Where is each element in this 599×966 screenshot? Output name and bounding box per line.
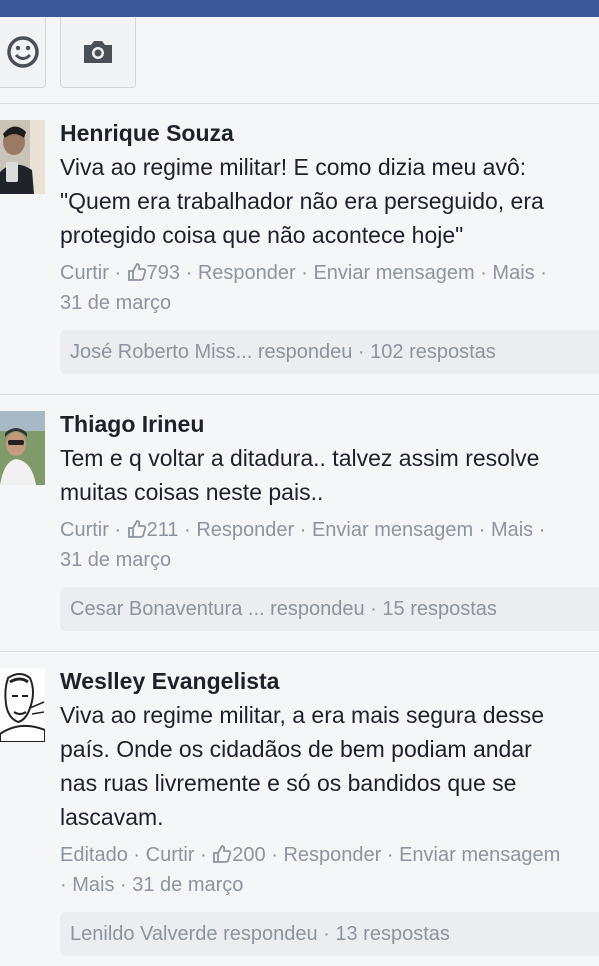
edited-label[interactable]: Editado xyxy=(60,844,128,866)
replies-summary[interactable]: Lenildo Valverde respondeu · 13 resposta… xyxy=(60,912,599,956)
more-link[interactable]: Mais xyxy=(491,519,533,541)
avatar[interactable] xyxy=(0,411,45,485)
comment-author[interactable]: Henrique Souza xyxy=(60,118,599,148)
comment-author[interactable]: Thiago Irineu xyxy=(60,409,599,439)
comment-line: protegido coisa que não acontece hoje" xyxy=(60,222,464,248)
divider xyxy=(0,651,599,652)
like-count: 793 xyxy=(146,262,181,284)
like-link[interactable]: Curtir xyxy=(146,844,195,866)
comment-author[interactable]: Weslley Evangelista xyxy=(60,666,599,696)
comment-line: Tem e q voltar a ditadura.. talvez assim… xyxy=(60,445,540,471)
more-link[interactable]: Mais xyxy=(492,262,534,284)
emoji-button[interactable] xyxy=(0,17,46,88)
reply-link[interactable]: Responder xyxy=(198,262,296,284)
replies-summary[interactable]: Cesar Bonaventura ... respondeu · 15 res… xyxy=(60,587,599,631)
thumbs-up-icon xyxy=(213,845,232,863)
comment-line: "Quem era trabalhador não era perseguido… xyxy=(60,188,544,214)
comment-date[interactable]: 31 de março xyxy=(60,292,171,314)
comment-date[interactable]: 31 de março xyxy=(60,549,171,571)
comment-line: Viva ao regime militar, a era mais segur… xyxy=(60,702,545,728)
comment-actions: Editado · Curtir · 200 · Responder · Env… xyxy=(60,844,561,896)
camera-button[interactable] xyxy=(60,17,136,88)
top-app-bar xyxy=(0,0,599,17)
more-link[interactable]: Mais xyxy=(72,874,114,896)
avatar[interactable] xyxy=(0,668,45,742)
send-message-link[interactable]: Enviar mensagem xyxy=(312,519,473,541)
send-message-link[interactable]: Enviar mensagem xyxy=(399,844,560,866)
comment-text: Viva ao regime militar! E como dizia meu… xyxy=(60,150,599,252)
comment-line: nas ruas livremente e só os bandidos que… xyxy=(60,770,517,796)
comment-actions: Curtir · 793 · Responder · Enviar mensag… xyxy=(60,262,547,314)
smiley-face-icon xyxy=(7,36,39,68)
like-link[interactable]: Curtir xyxy=(60,519,109,541)
reply-link[interactable]: Responder xyxy=(283,844,381,866)
profile-photo xyxy=(0,668,45,742)
camera-icon xyxy=(84,41,112,63)
reply-link[interactable]: Responder xyxy=(196,519,294,541)
comment-date[interactable]: 31 de março xyxy=(132,874,243,896)
like-count: 200 xyxy=(232,844,266,866)
profile-photo xyxy=(0,411,45,485)
like-link[interactable]: Curtir xyxy=(60,262,109,284)
comment-text: Tem e q voltar a ditadura.. talvez assim… xyxy=(60,441,599,509)
comment-line: lascavam. xyxy=(60,804,164,830)
comment-line: muitas coisas neste pais.. xyxy=(60,479,324,505)
replies-summary[interactable]: José Roberto Miss... respondeu · 102 res… xyxy=(60,330,599,374)
comment-line: país. Onde os cidadãos de bem podiam and… xyxy=(60,736,532,762)
comment-text: Viva ao regime militar, a era mais segur… xyxy=(60,698,599,834)
profile-photo xyxy=(0,120,45,194)
like-count: 211 xyxy=(146,519,179,541)
avatar[interactable] xyxy=(0,120,45,194)
thumbs-up-icon xyxy=(127,520,146,538)
divider xyxy=(0,394,599,395)
send-message-link[interactable]: Enviar mensagem xyxy=(313,262,474,284)
thumbs-up-icon xyxy=(127,263,146,281)
divider xyxy=(0,103,599,104)
comment-line: Viva ao regime militar! E como dizia meu… xyxy=(60,154,527,180)
comment-actions: Curtir · 211 · Responder · Enviar mensag… xyxy=(60,519,546,571)
